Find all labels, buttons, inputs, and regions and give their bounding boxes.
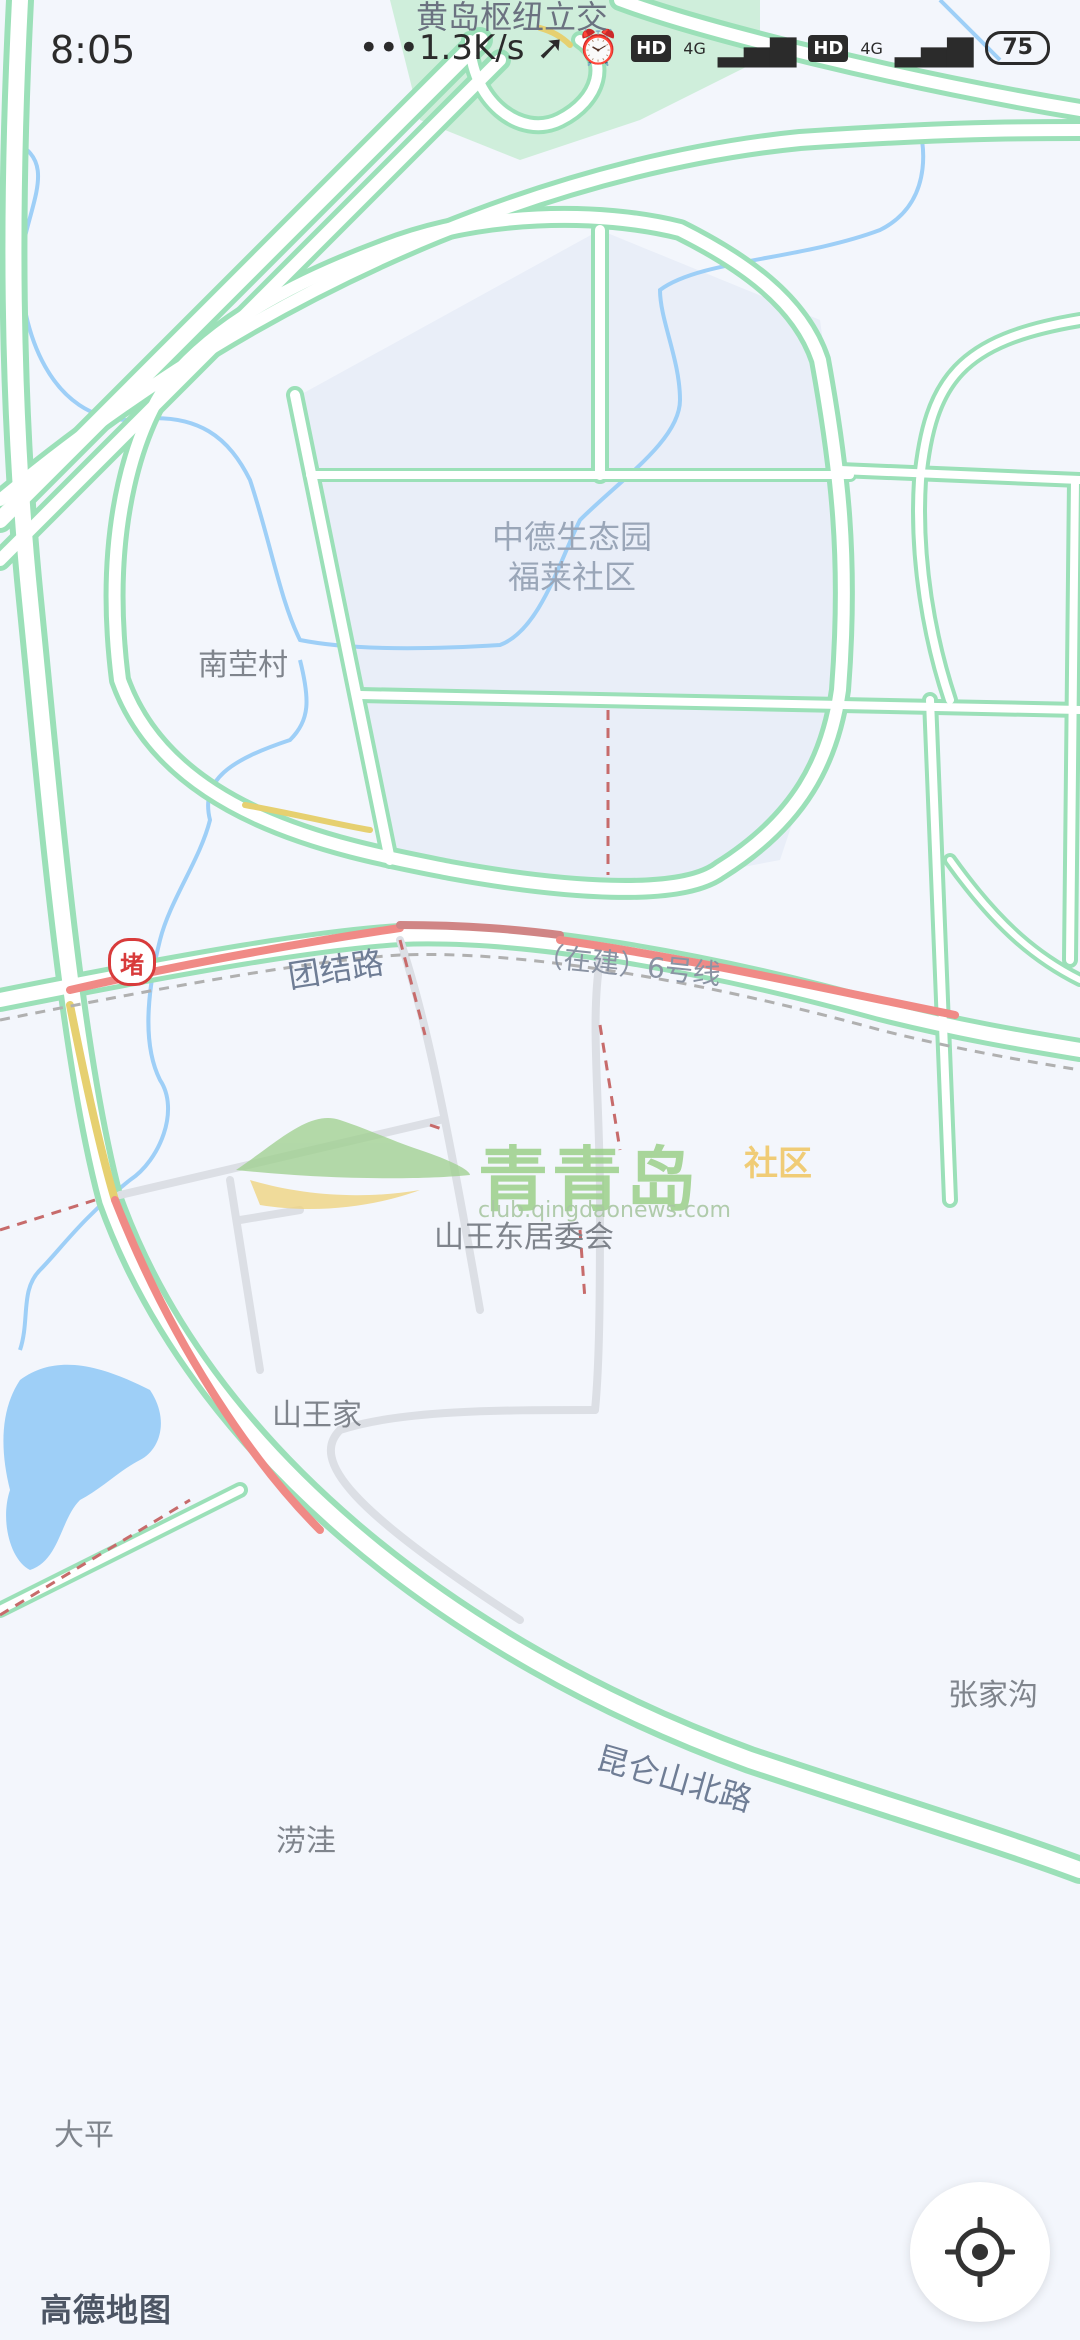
label-shanwang-home[interactable]: 山王家: [272, 1390, 362, 1434]
signal-icon: ▂▄▆: [717, 28, 797, 68]
label-community-line2[interactable]: 福莱社区: [508, 552, 636, 598]
traffic-jam-icon[interactable]: 堵: [108, 938, 156, 986]
amap-brand-logo: 高德地图: [40, 2291, 173, 2329]
battery-indicator: 75: [985, 31, 1050, 65]
label-laowa[interactable]: 涝洼: [276, 1816, 336, 1860]
hd-badge: HD: [631, 34, 672, 62]
label-nanxing-village[interactable]: 南茔村: [198, 640, 288, 684]
network-type-2: 4G: [860, 38, 883, 58]
signal-icon-2: ▂▄▆: [894, 28, 974, 68]
watermark-suffix: 社区: [744, 1144, 812, 1184]
label-daping[interactable]: 大平: [54, 2110, 114, 2154]
watermark-logo: [236, 1118, 470, 1210]
label-zhangjiagou[interactable]: 张家沟: [948, 1670, 1038, 1714]
locate-button[interactable]: [910, 2182, 1050, 2322]
watermark-url: club.qingdaonews.com: [478, 1198, 731, 1223]
network-type: 4G: [683, 38, 706, 58]
hd-badge-2: HD: [808, 34, 849, 62]
status-time: 8:05: [50, 28, 136, 72]
label-huangdao-interchange[interactable]: 黄岛枢纽立交: [416, 0, 608, 38]
locate-crosshair-icon: [945, 2217, 1015, 2287]
